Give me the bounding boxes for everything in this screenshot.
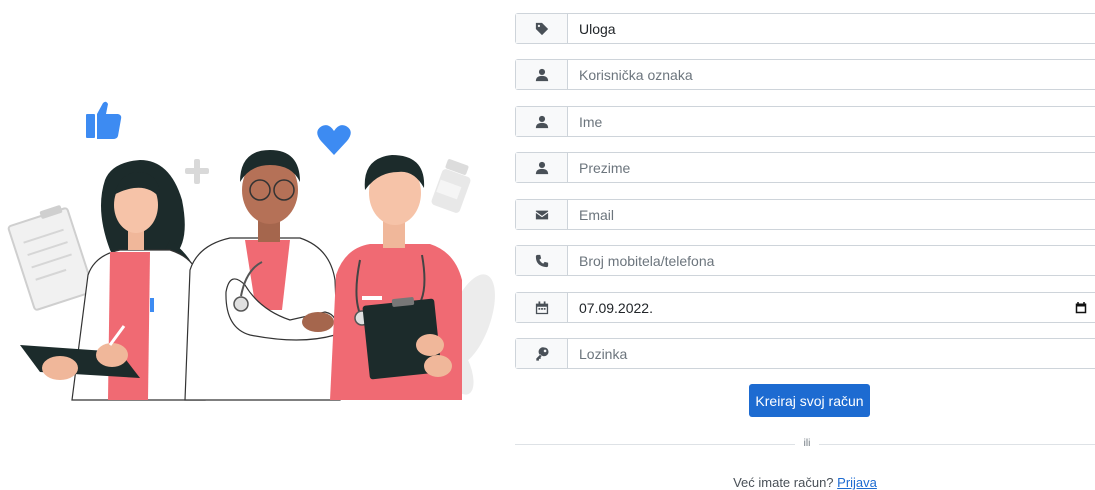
key-icon <box>535 346 549 361</box>
first-name-input[interactable] <box>568 107 1095 136</box>
phone-addon <box>516 246 568 275</box>
calendar-picker-icon <box>1075 301 1087 313</box>
calendar-icon <box>535 300 548 314</box>
heart-icon <box>317 125 351 155</box>
username-input[interactable] <box>568 60 1095 89</box>
birth-date-value: 07.09.2022. <box>579 299 653 316</box>
create-account-button[interactable]: Kreiraj svoj račun <box>749 384 870 417</box>
doctor-man-center-figure <box>184 150 341 401</box>
role-select-value[interactable]: Uloga <box>568 14 1095 43</box>
first-name-row <box>515 106 1095 137</box>
phone-icon <box>535 254 548 267</box>
birth-date-addon <box>516 293 568 322</box>
divider-text: ili <box>795 437 819 451</box>
user-icon <box>535 68 548 81</box>
email-input[interactable] <box>568 200 1095 229</box>
envelope-icon <box>535 210 548 219</box>
login-link[interactable]: Prijava <box>837 475 877 490</box>
email-addon <box>516 200 568 229</box>
date-picker-button[interactable] <box>1075 301 1087 314</box>
tag-icon <box>535 22 548 35</box>
login-prompt-line: Već imate račun? Prijava <box>515 475 1095 490</box>
thumbs-up-icon <box>86 101 122 139</box>
registration-form: Uloga 07.09.2022. <box>515 0 1095 490</box>
password-input[interactable] <box>568 339 1095 368</box>
birth-date-row: 07.09.2022. <box>515 292 1095 323</box>
login-prompt-text: Već imate račun? <box>733 475 834 490</box>
last-name-input[interactable] <box>568 153 1095 182</box>
last-name-row <box>515 152 1095 183</box>
first-name-addon <box>516 107 568 136</box>
last-name-addon <box>516 153 568 182</box>
plus-decoration <box>185 159 209 184</box>
clipboard-decoration <box>7 205 95 311</box>
password-row <box>515 338 1095 369</box>
role-select[interactable]: Uloga <box>515 13 1095 44</box>
user-icon <box>535 161 548 174</box>
username-addon <box>516 60 568 89</box>
password-addon <box>516 339 568 368</box>
username-row <box>515 59 1095 90</box>
phone-row <box>515 245 1095 276</box>
email-row <box>515 199 1095 230</box>
doctors-illustration <box>7 101 495 401</box>
birth-date-input[interactable]: 07.09.2022. <box>568 293 1095 322</box>
phone-input[interactable] <box>568 246 1095 275</box>
role-addon <box>516 14 568 43</box>
pill-bottle-decoration <box>431 159 471 213</box>
user-icon <box>535 115 548 128</box>
